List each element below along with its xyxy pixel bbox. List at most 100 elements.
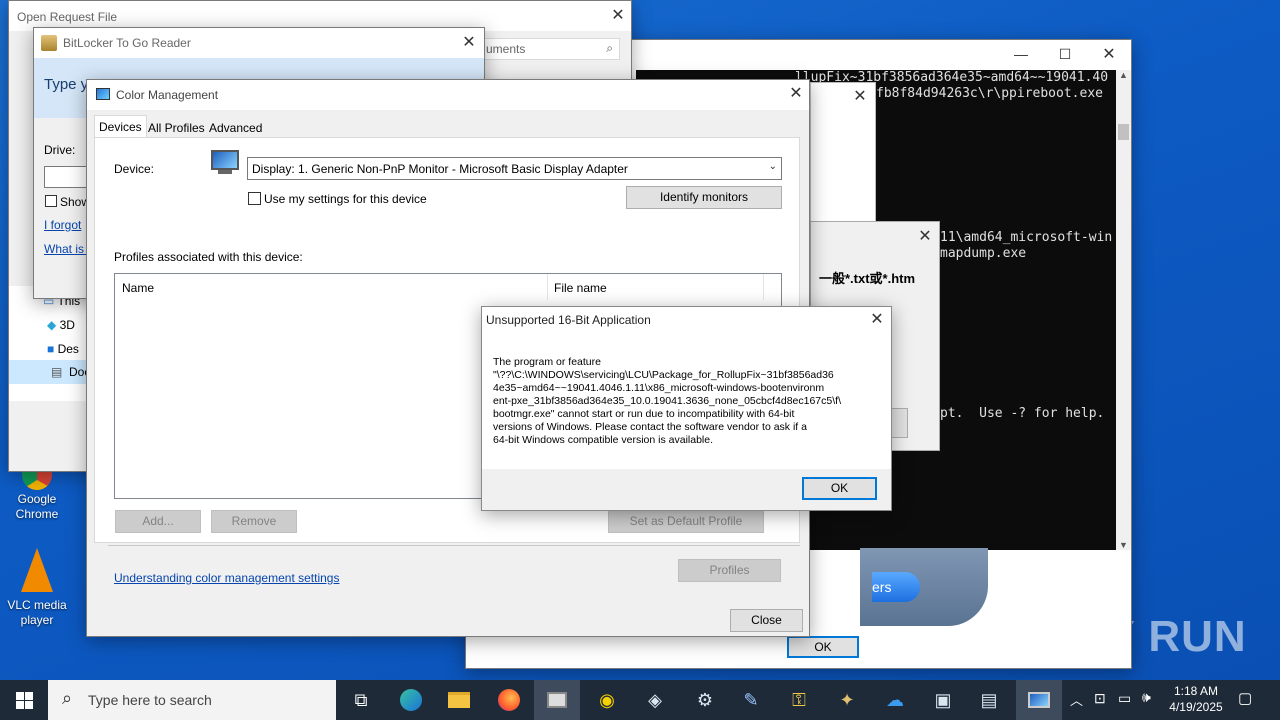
clock[interactable]: 1:18 AM 4/19/2025 [1166, 683, 1226, 715]
column-label: File name [554, 281, 607, 295]
onedrive-icon[interactable]: ☁ [872, 680, 918, 720]
paint-icon[interactable]: ✎ [728, 680, 774, 720]
search-box[interactable]: uments ⌕ [483, 38, 620, 60]
device-icon[interactable]: ⊡ [1094, 690, 1106, 707]
maximize-icon[interactable]: ☐ [1050, 46, 1080, 64]
console-line: pt. Use -? for help. [940, 406, 1105, 421]
console-line: mapdump.exe [940, 246, 1027, 261]
tab-label: Devices [99, 120, 142, 134]
column-header-name[interactable]: Name [115, 274, 548, 300]
add-button[interactable]: Add... [115, 510, 201, 533]
ok-label: OK [814, 640, 832, 654]
vlc-icon [21, 548, 53, 592]
taskbar-search[interactable]: ⌕ Type here to search [48, 680, 336, 720]
minimize-icon[interactable]: — [1006, 46, 1036, 64]
app-icon[interactable]: ◈ [632, 680, 678, 720]
ok-button[interactable]: OK [802, 477, 877, 500]
close-button[interactable]: Close [730, 609, 803, 632]
message-line: versions of Windows. Please contact the … [493, 421, 807, 433]
dialog-text: 一般*.txt或*.htm [819, 271, 916, 286]
console-line: fb8f84d94263c\r\ppireboot.exe [876, 86, 1103, 101]
app-icon[interactable]: ▣ [920, 680, 966, 720]
network-icon[interactable]: ▭ [1118, 690, 1131, 707]
set-default-profile-button[interactable]: Set as Default Profile [608, 510, 764, 533]
window-title: Color Management [116, 88, 219, 102]
bitlocker-icon [41, 35, 57, 51]
device-select[interactable]: Display: 1. Generic Non-PnP Monitor - Mi… [247, 157, 782, 180]
broadcast-icon[interactable]: ◉ [584, 680, 630, 720]
desktop-icon-chrome[interactable]: Google Chrome [2, 470, 72, 522]
close-icon[interactable]: ✕ [862, 308, 892, 332]
close-icon[interactable]: ✕ [603, 4, 633, 28]
edge-icon[interactable] [388, 680, 434, 720]
ers-label: ers [872, 579, 892, 595]
close-icon[interactable]: ✕ [1094, 44, 1124, 64]
volume-icon[interactable]: 🕪 [1142, 689, 1151, 706]
close-icon[interactable]: ✕ [848, 86, 872, 106]
ok-button[interactable]: OK [787, 636, 859, 658]
understanding-link[interactable]: Understanding color management settings [114, 571, 339, 585]
chevron-up-icon[interactable]: ︿ [1070, 690, 1083, 709]
color-management-taskbar-icon[interactable] [1016, 680, 1062, 720]
search-input[interactable]: uments [486, 42, 525, 56]
desktop-icon-vlc[interactable]: VLC media player [2, 548, 72, 628]
scroll-down-icon[interactable]: ▼ [1116, 540, 1131, 550]
navigation-pane[interactable]: ▭ This ◆ 3D ■ Des ▤ Doc [9, 286, 90, 401]
app-icon[interactable]: ⚙ [682, 680, 728, 720]
nav-item[interactable]: ■ Des [47, 342, 79, 356]
3d-objects-icon: ◆ [47, 318, 57, 332]
active-app-icon[interactable] [534, 680, 580, 720]
chevron-down-icon: ⌄ [768, 161, 777, 172]
divider [108, 545, 800, 546]
tab-advanced[interactable]: Advanced [205, 118, 266, 138]
app-icon[interactable]: ✦ [824, 680, 870, 720]
tab-all-profiles[interactable]: All Profiles [144, 118, 209, 138]
error-dialog[interactable]: Unsupported 16-Bit Application ✕ The pro… [481, 306, 892, 511]
key-icon[interactable]: ⚿ [776, 680, 822, 720]
desktop-icon-label: Google Chrome [15, 492, 59, 521]
app-icon[interactable]: ▤ [966, 680, 1012, 720]
message-line: ent-pxe_31bf3856ad364e35_10.0.19041.3636… [493, 395, 841, 407]
device-select-value: Display: 1. Generic Non-PnP Monitor - Mi… [252, 162, 628, 176]
search-input[interactable]: Type here to search [88, 692, 212, 708]
clock-time: 1:18 AM [1173, 684, 1219, 698]
window-title: Open Request File [17, 10, 118, 24]
file-explorer-icon[interactable] [436, 680, 482, 720]
use-settings-checkbox[interactable] [248, 192, 261, 205]
chrome-icon [22, 470, 52, 490]
close-icon[interactable]: ✕ [454, 31, 484, 55]
button-label: Add... [142, 514, 174, 528]
ers-button[interactable]: ers [872, 572, 920, 602]
button-label: Remove [231, 514, 277, 528]
console-scrollbar[interactable]: ▲ ▼ [1116, 70, 1131, 550]
button-label: Profiles [709, 563, 750, 577]
show-checkbox[interactable] [45, 195, 57, 207]
search-icon: ⌕ [62, 688, 73, 708]
message-line: "\??\C:\WINDOWS\servicing\LCU\Package_fo… [493, 369, 834, 381]
button-label: Identify monitors [659, 190, 749, 204]
close-icon[interactable]: ✕ [781, 82, 811, 106]
identify-monitors-button[interactable]: Identify monitors [626, 186, 782, 209]
nav-item[interactable]: ◆ 3D [47, 318, 75, 332]
task-view-icon[interactable]: ⧉ [338, 680, 384, 720]
close-icon[interactable]: ✕ [913, 226, 937, 246]
tab-devices[interactable]: Devices [94, 115, 147, 138]
notifications-icon[interactable]: ▢ [1238, 689, 1252, 707]
clock-date: 4/19/2025 [1169, 700, 1223, 714]
profiles-button[interactable]: Profiles [678, 559, 781, 582]
nav-item[interactable]: ▤ Doc [9, 360, 90, 384]
monitor-icon [211, 150, 239, 176]
start-button[interactable] [0, 680, 48, 720]
scroll-thumb[interactable] [1118, 124, 1129, 140]
use-settings-label: Use my settings for this device [264, 192, 427, 206]
scroll-up-icon[interactable]: ▲ [1116, 70, 1131, 80]
column-label: Name [122, 281, 155, 295]
error-message: The program or feature "\??\C:\WINDOWS\s… [493, 356, 883, 447]
message-line: 64-bit Windows compatible version is ava… [493, 434, 714, 446]
whatis-link[interactable]: What is t [44, 242, 91, 256]
tab-label: Advanced [209, 121, 263, 135]
remove-button[interactable]: Remove [211, 510, 297, 533]
column-header-file[interactable]: File name [548, 274, 764, 300]
firefox-icon[interactable] [486, 680, 532, 720]
forgot-link[interactable]: I forgot [44, 218, 81, 232]
